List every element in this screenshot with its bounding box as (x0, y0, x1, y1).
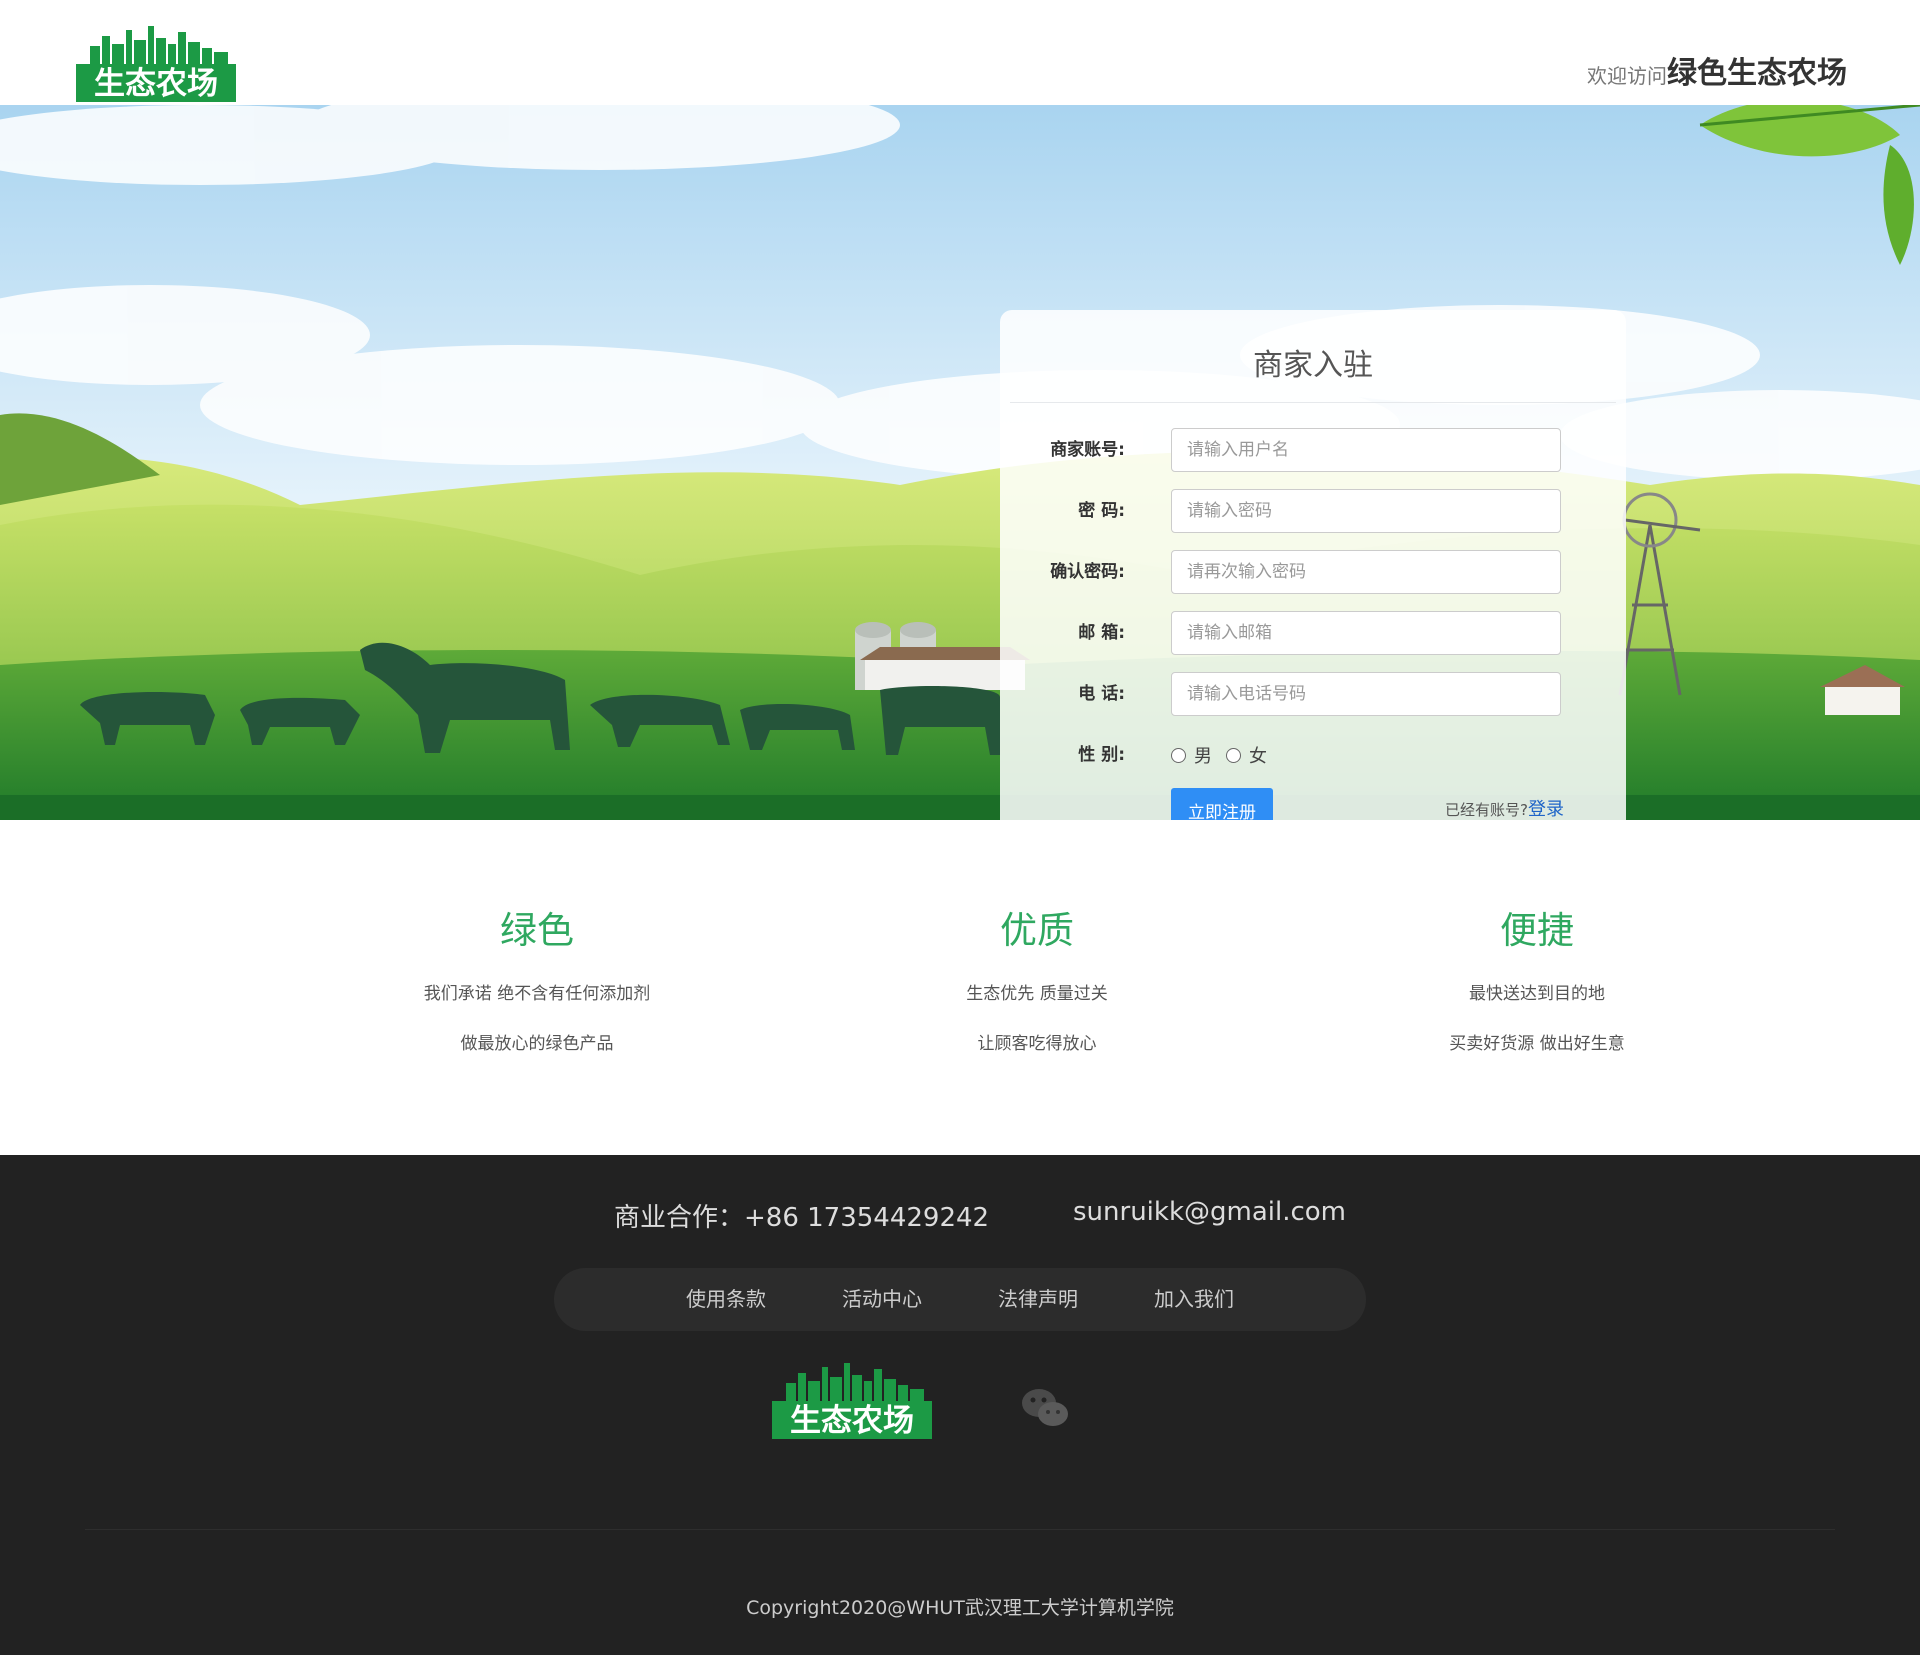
logo-icon[interactable]: 生态农场 (76, 26, 236, 102)
phone-label: 电 话: (1078, 684, 1125, 704)
farm-landscape-image (0, 105, 1920, 820)
nav-join-link[interactable]: 加入我们 (1154, 1268, 1234, 1331)
feature-line: 我们承诺 绝不含有任何添加剂 (423, 984, 651, 1004)
username-input[interactable] (1171, 428, 1561, 472)
nav-events-link[interactable]: 活动中心 (842, 1268, 922, 1331)
phone-row: 电 话: (1000, 672, 1626, 716)
nav-terms-link[interactable]: 使用条款 (686, 1268, 766, 1331)
divider (1010, 402, 1616, 403)
gender-female-label[interactable]: 女 (1249, 742, 1267, 768)
footer-logo-icon[interactable]: 生态农场 (771, 1363, 933, 1439)
feature-title: 绿色 (500, 909, 574, 952)
feature-line: 生态优先 质量过关 (966, 984, 1108, 1004)
feature-title: 优质 (1000, 909, 1074, 952)
form-title: 商家入驻 (1253, 348, 1373, 383)
footer-nav: 使用条款 活动中心 法律声明 加入我们 (554, 1268, 1366, 1331)
feature-green: 绿色 我们承诺 绝不含有任何添加剂 做最放心的绿色产品 (287, 900, 787, 1086)
have-account-label: 已经有账号? (1445, 801, 1528, 819)
gender-label: 性 别: (1078, 745, 1125, 765)
username-label: 商家账号: (1050, 440, 1125, 460)
phone-input[interactable] (1171, 672, 1561, 716)
email-row: 邮 箱: (1000, 611, 1626, 655)
contact-phone: 商业合作：+86 17354429242 (614, 1203, 990, 1233)
welcome-site-name: 绿色生态农场 (1667, 56, 1847, 91)
feature-line: 买卖好货源 做出好生意 (1449, 1034, 1625, 1054)
gender-row: 性 别: 男 女 (1000, 733, 1626, 777)
welcome-message: 欢迎访问 绿色生态农场 (1587, 48, 1847, 92)
email-input[interactable] (1171, 611, 1561, 655)
copyright-text: Copyright2020@WHUT武汉理工大学计算机学院 (746, 1597, 1174, 1619)
feature-line: 做最放心的绿色产品 (460, 1034, 614, 1054)
gender-female-radio[interactable] (1226, 747, 1241, 763)
welcome-prefix: 欢迎访问 (1587, 64, 1667, 88)
login-link[interactable]: 登录 (1528, 799, 1564, 820)
feature-quality: 优质 生态优先 质量过关 让顾客吃得放心 (787, 900, 1287, 1086)
contact-email[interactable]: sunruikk@gmail.com (1073, 1197, 1346, 1227)
feature-line: 让顾客吃得放心 (977, 1034, 1097, 1054)
email-label: 邮 箱: (1078, 623, 1125, 643)
svg-text:生态农场: 生态农场 (94, 66, 218, 102)
wechat-icon[interactable] (1021, 1387, 1069, 1429)
gender-male-radio[interactable] (1171, 747, 1186, 763)
confirm-password-input[interactable] (1171, 550, 1561, 594)
footer-divider (85, 1529, 1835, 1530)
features-section: 绿色 我们承诺 绝不含有任何添加剂 做最放心的绿色产品 优质 生态优先 质量过关… (0, 820, 1920, 1155)
svg-text:生态农场: 生态农场 (790, 1403, 914, 1439)
merchant-register-card: 商家入驻 商家账号: 密 码: 确认密码: 邮 箱: 电 话: 性 别: 男 (1000, 310, 1626, 820)
register-button[interactable]: 立即注册 (1171, 788, 1273, 820)
site-header: 生态农场 欢迎访问 绿色生态农场 (0, 0, 1920, 105)
feature-title: 便捷 (1500, 909, 1574, 952)
confirm-password-label: 确认密码: (1050, 562, 1125, 582)
hero-banner: 商家入驻 商家账号: 密 码: 确认密码: 邮 箱: 电 话: 性 别: 男 (0, 105, 1920, 820)
password-label: 密 码: (1078, 501, 1125, 521)
confirm-password-row: 确认密码: (1000, 550, 1626, 594)
password-row: 密 码: (1000, 489, 1626, 533)
password-input[interactable] (1171, 489, 1561, 533)
site-footer: 商业合作：+86 17354429242 sunruikk@gmail.com … (0, 1155, 1920, 1655)
nav-legal-link[interactable]: 法律声明 (998, 1268, 1078, 1331)
username-row: 商家账号: (1000, 428, 1626, 472)
gender-male-label[interactable]: 男 (1194, 742, 1212, 768)
feature-convenient: 便捷 最快送达到目的地 买卖好货源 做出好生意 (1287, 900, 1787, 1086)
gender-options: 男 女 (1171, 733, 1281, 777)
feature-line: 最快送达到目的地 (1469, 984, 1605, 1004)
have-account-text: 已经有账号?登录 (1445, 788, 1564, 820)
